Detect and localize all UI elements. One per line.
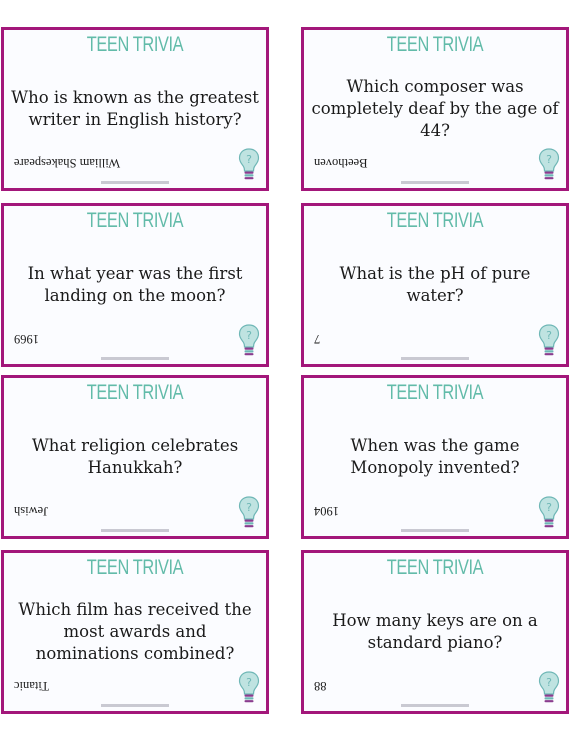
card-question: Who is known as the greatest writer in E… xyxy=(11,88,259,129)
card-question: How many keys are on a standard piano? xyxy=(332,611,538,652)
card-title: TEEN TRIVIA xyxy=(386,381,484,404)
card-question: What is the pH of pure water? xyxy=(339,264,531,305)
lightbulb-question-icon: ? xyxy=(238,671,260,703)
svg-text:?: ? xyxy=(546,501,552,514)
svg-text:?: ? xyxy=(246,501,252,514)
lightbulb-question-icon: ? xyxy=(538,671,560,703)
card-question: Which film has received the most awards … xyxy=(18,600,252,663)
copyright-line xyxy=(101,529,169,532)
card-title: TEEN TRIVIA xyxy=(86,209,184,232)
card-answer: 88 xyxy=(314,679,327,693)
card-answer: 1969 xyxy=(14,332,39,346)
card-title: TEEN TRIVIA xyxy=(386,556,484,579)
trivia-card: TEEN TRIVIA Who is known as the greatest… xyxy=(1,27,269,191)
card-question: Which composer was completely deaf by th… xyxy=(311,77,559,140)
card-answer: Titanic xyxy=(14,679,49,693)
trivia-card: TEEN TRIVIA What is the pH of pure water… xyxy=(301,203,569,367)
lightbulb-question-icon: ? xyxy=(538,496,560,528)
svg-text:?: ? xyxy=(546,329,552,342)
card-question: What religion celebrates Hanukkah? xyxy=(31,436,239,477)
copyright-line xyxy=(401,529,469,532)
trivia-card: TEEN TRIVIA What religion celebrates Han… xyxy=(1,375,269,539)
lightbulb-question-icon: ? xyxy=(238,496,260,528)
trivia-card: TEEN TRIVIA Which composer was completel… xyxy=(301,27,569,191)
lightbulb-question-icon: ? xyxy=(238,148,260,180)
lightbulb-question-icon: ? xyxy=(538,148,560,180)
svg-text:?: ? xyxy=(246,153,252,166)
copyright-line xyxy=(101,357,169,360)
svg-text:?: ? xyxy=(246,329,252,342)
lightbulb-question-icon: ? xyxy=(538,324,560,356)
trivia-card: TEEN TRIVIA How many keys are on a stand… xyxy=(301,550,569,714)
card-answer: 1904 xyxy=(314,504,339,518)
card-answer: William Shakespeare xyxy=(14,156,121,170)
svg-text:?: ? xyxy=(546,153,552,166)
trivia-card: TEEN TRIVIA In what year was the first l… xyxy=(1,203,269,367)
card-question: When was the game Monopoly invented? xyxy=(350,436,520,477)
svg-text:?: ? xyxy=(546,676,552,689)
trivia-card: TEEN TRIVIA When was the game Monopoly i… xyxy=(301,375,569,539)
copyright-line xyxy=(101,704,169,707)
card-answer: 7 xyxy=(314,332,321,346)
card-title: TEEN TRIVIA xyxy=(386,209,484,232)
card-answer: Beethoven xyxy=(314,156,368,170)
svg-text:?: ? xyxy=(246,676,252,689)
card-title: TEEN TRIVIA xyxy=(86,33,184,56)
card-title: TEEN TRIVIA xyxy=(386,33,484,56)
card-answer: Jewish xyxy=(14,504,49,518)
trivia-card: TEEN TRIVIA Which film has received the … xyxy=(1,550,269,714)
card-title: TEEN TRIVIA xyxy=(86,556,184,579)
card-question: In what year was the first landing on th… xyxy=(27,264,243,305)
copyright-line xyxy=(401,357,469,360)
copyright-line xyxy=(401,704,469,707)
copyright-line xyxy=(401,181,469,184)
card-title: TEEN TRIVIA xyxy=(86,381,184,404)
lightbulb-question-icon: ? xyxy=(238,324,260,356)
copyright-line xyxy=(101,181,169,184)
